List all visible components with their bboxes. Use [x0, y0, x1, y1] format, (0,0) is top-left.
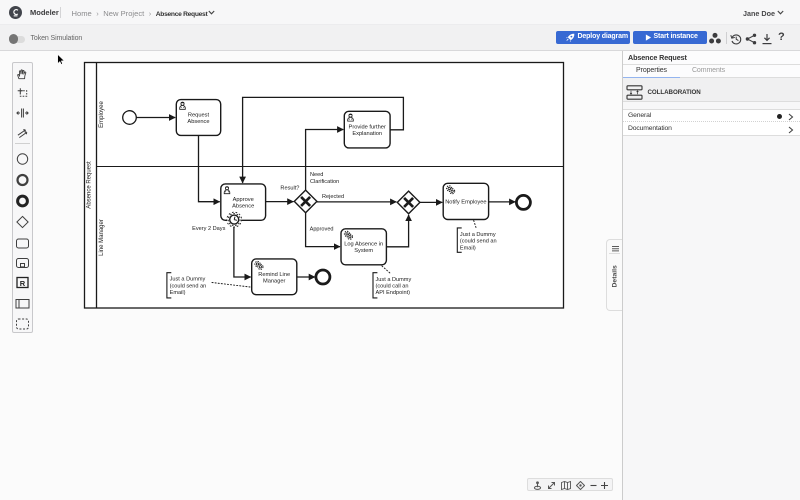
svg-text:Line Manager: Line Manager — [99, 219, 105, 256]
svg-text:Explanation: Explanation — [352, 131, 382, 137]
svg-text:Email): Email) — [170, 290, 186, 296]
svg-text:Absence: Absence — [187, 119, 209, 125]
svg-text:(could call an: (could call an — [376, 284, 409, 290]
svg-text:Approved: Approved — [310, 227, 334, 233]
svg-text:Just a Dummy: Just a Dummy — [376, 277, 412, 283]
svg-text:(could send an: (could send an — [170, 283, 207, 289]
svg-text:Approve: Approve — [233, 197, 254, 203]
svg-text:API Endpoint): API Endpoint) — [376, 290, 411, 296]
svg-text:R: R — [20, 279, 26, 288]
svg-text:Provide further: Provide further — [349, 124, 386, 130]
svg-text:Employee: Employee — [99, 101, 105, 128]
svg-text:Every 2 Days: Every 2 Days — [192, 226, 225, 232]
svg-text:(could send an: (could send an — [460, 239, 497, 245]
svg-text:Absence Request: Absence Request — [87, 161, 93, 209]
svg-text:Result?: Result? — [280, 185, 299, 191]
svg-text:Log Absence in: Log Absence in — [344, 242, 383, 248]
svg-text:Just a Dummy: Just a Dummy — [460, 232, 496, 238]
svg-text:Remind Line: Remind Line — [258, 272, 290, 278]
svg-text:Just a Dummy: Just a Dummy — [170, 277, 206, 283]
svg-text:Need: Need — [310, 172, 323, 178]
svg-text:Email): Email) — [460, 245, 476, 251]
svg-text:Absence: Absence — [232, 203, 254, 209]
svg-text:Clarification: Clarification — [310, 179, 339, 185]
svg-text:Request: Request — [188, 113, 210, 119]
svg-text:Manager: Manager — [263, 278, 286, 284]
svg-text:System: System — [354, 248, 373, 254]
svg-text:Notify Employee: Notify Employee — [445, 200, 486, 206]
svg-text:Rejected: Rejected — [322, 194, 344, 200]
